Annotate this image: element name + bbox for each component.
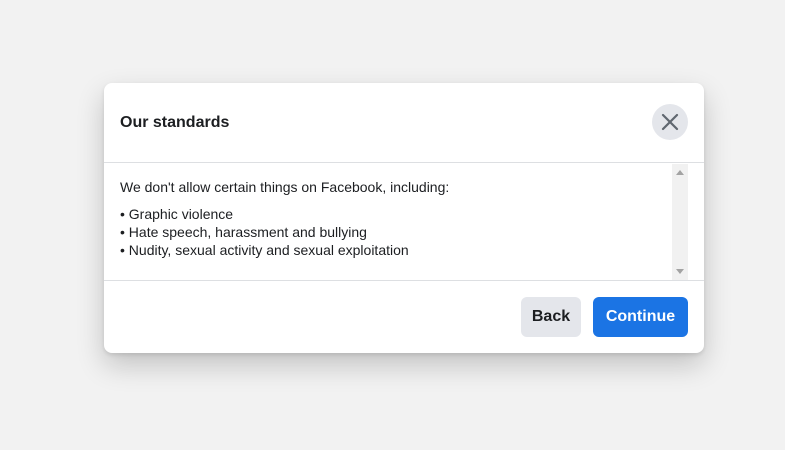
continue-button[interactable]: Continue — [593, 297, 688, 337]
close-button[interactable] — [652, 104, 688, 140]
list-item: • Hate speech, harassment and bullying — [120, 224, 367, 240]
intro-text: We don't allow certain things on Faceboo… — [120, 179, 450, 195]
list-item: • Nudity, sexual activity and sexual exp… — [120, 242, 409, 258]
dialog-header: Our standards — [104, 83, 704, 163]
dialog-title: Our standards — [120, 114, 230, 131]
dialog-footer: Back Continue — [104, 280, 704, 353]
scrollbar[interactable] — [672, 164, 688, 280]
scroll-up-arrow-icon[interactable] — [676, 170, 684, 175]
standards-dialog: Our standards We don't allow certain thi… — [104, 83, 704, 353]
body-content: We don't allow certain things on Faceboo… — [120, 178, 660, 259]
list-item: • Graphic violence — [120, 206, 234, 222]
dialog-body: We don't allow certain things on Faceboo… — [104, 164, 704, 280]
scroll-down-arrow-icon[interactable] — [676, 269, 684, 274]
close-icon — [660, 112, 680, 132]
back-button[interactable]: Back — [521, 297, 581, 337]
standards-list: • Graphic violence • Hate speech, harass… — [120, 205, 660, 259]
